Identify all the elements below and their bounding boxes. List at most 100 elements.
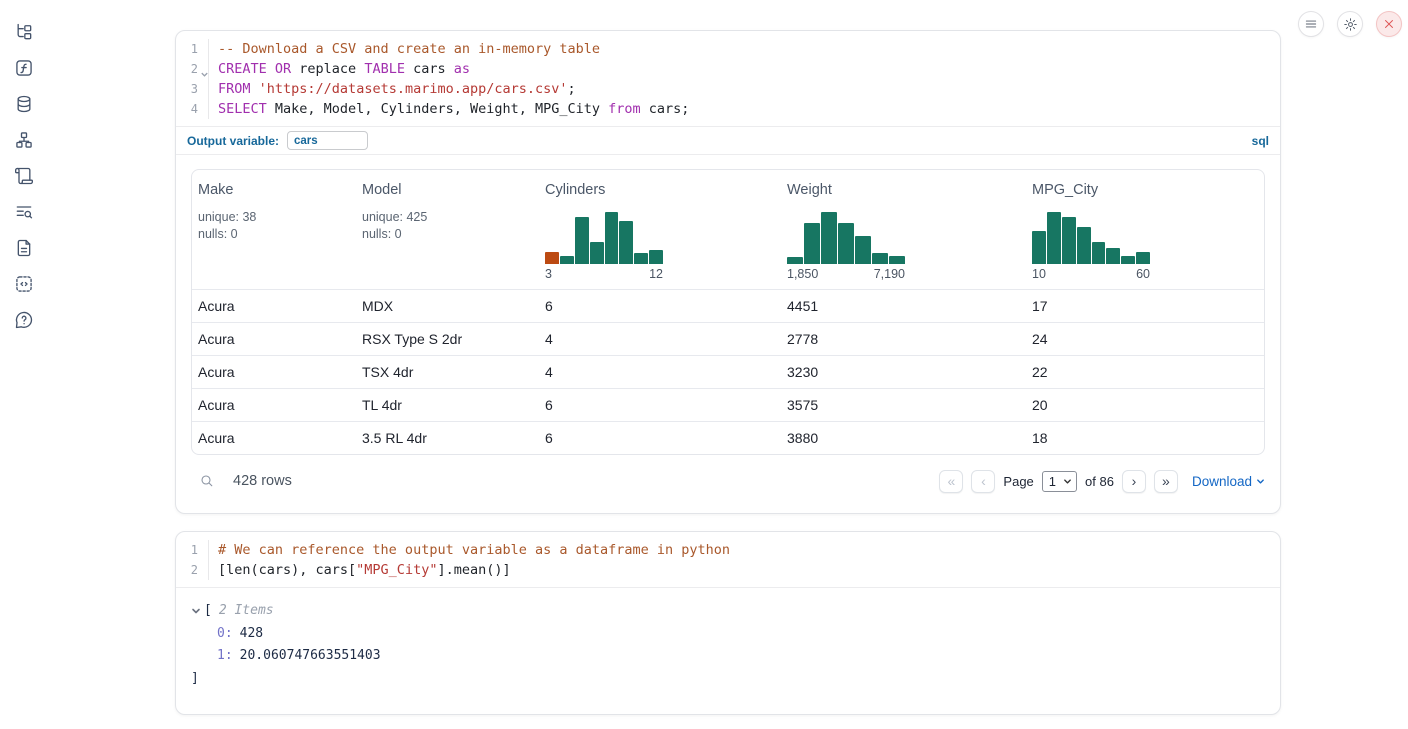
output-variable-row: Output variable: sql bbox=[176, 126, 1280, 155]
column-unique-count: unique: 38 bbox=[198, 209, 352, 226]
python-comment: # We can reference the output variable a… bbox=[218, 542, 730, 558]
line-number: 2 bbox=[176, 560, 208, 580]
item-index: 0: bbox=[217, 626, 233, 641]
table-header-row: Make unique: 38 nulls: 0 Model unique: 4… bbox=[192, 170, 1264, 289]
list-item: 0: 428 bbox=[217, 623, 1280, 646]
download-button[interactable]: Download bbox=[1192, 474, 1265, 489]
column-null-count: nulls: 0 bbox=[362, 226, 535, 243]
next-page-button[interactable]: › bbox=[1122, 470, 1146, 493]
item-index: 1: bbox=[217, 648, 233, 663]
histogram-bar bbox=[787, 257, 803, 264]
histogram-bar bbox=[889, 256, 905, 264]
histogram-bar bbox=[634, 253, 648, 264]
column-header-mpg-city[interactable]: MPG_City 10 60 bbox=[1026, 170, 1264, 289]
sql-keyword: as bbox=[454, 61, 470, 77]
histogram-bar bbox=[1092, 242, 1106, 264]
histogram-bar bbox=[545, 252, 559, 264]
table-row[interactable]: Acura 3.5 RL 4dr 6 3880 18 bbox=[192, 421, 1264, 454]
documentation-icon[interactable] bbox=[14, 238, 34, 258]
sql-keyword: TABLE bbox=[364, 61, 405, 77]
collapse-chevron-icon[interactable] bbox=[191, 606, 201, 616]
chevron-down-icon bbox=[1256, 474, 1265, 489]
column-null-count: nulls: 0 bbox=[198, 226, 352, 243]
last-page-button[interactable]: » bbox=[1154, 470, 1178, 493]
code-line: 2 CREATE OR replace TABLE cars as bbox=[176, 59, 1280, 79]
line-number: 4 bbox=[176, 99, 208, 119]
hist-min-label: 10 bbox=[1032, 267, 1046, 281]
menu-icon[interactable] bbox=[1298, 11, 1324, 37]
output-variable-label: Output variable: bbox=[187, 134, 279, 148]
sql-output-section: Make unique: 38 nulls: 0 Model unique: 4… bbox=[176, 155, 1280, 513]
settings-gear-icon[interactable] bbox=[1337, 11, 1363, 37]
sql-keyword: SELECT bbox=[218, 101, 267, 117]
python-string: "MPG_City" bbox=[356, 562, 437, 578]
histogram-bar bbox=[1062, 217, 1076, 264]
python-output-tree: [ 2 Items 0: 428 1: 20.060747663551403 ] bbox=[176, 588, 1280, 714]
items-count: 2 Items bbox=[219, 600, 274, 623]
left-sidebar bbox=[0, 0, 48, 729]
result-table: Make unique: 38 nulls: 0 Model unique: 4… bbox=[191, 169, 1265, 455]
pagination-controls: « ‹ Page 1 of 86 › » Download bbox=[939, 470, 1265, 493]
dependency-graph-icon[interactable] bbox=[14, 130, 34, 150]
line-number: 1 bbox=[176, 39, 208, 59]
close-bracket: ] bbox=[191, 668, 1280, 691]
column-header-model[interactable]: Model unique: 425 nulls: 0 bbox=[356, 170, 539, 289]
histogram-bar bbox=[619, 221, 633, 264]
search-icon[interactable] bbox=[199, 473, 215, 489]
file-explorer-icon[interactable] bbox=[14, 22, 34, 42]
page-label: Page bbox=[1003, 474, 1033, 489]
datasources-icon[interactable] bbox=[14, 94, 34, 114]
help-icon[interactable] bbox=[14, 310, 34, 330]
hist-max-label: 60 bbox=[1136, 267, 1150, 281]
sql-keyword: from bbox=[608, 101, 641, 117]
code-line: 4 SELECT Make, Model, Cylinders, Weight,… bbox=[176, 99, 1280, 119]
table-row[interactable]: Acura TSX 4dr 4 3230 22 bbox=[192, 355, 1264, 388]
language-badge[interactable]: sql bbox=[1252, 134, 1269, 148]
first-page-button[interactable]: « bbox=[939, 470, 963, 493]
histogram-bar bbox=[1136, 252, 1150, 264]
python-code-editor[interactable]: 1 # We can reference the output variable… bbox=[176, 532, 1280, 588]
histogram-bar bbox=[1047, 212, 1061, 264]
open-bracket: [ bbox=[204, 600, 212, 623]
table-row[interactable]: Acura RSX Type S 2dr 4 2778 24 bbox=[192, 322, 1264, 355]
column-header-make[interactable]: Make unique: 38 nulls: 0 bbox=[192, 170, 356, 289]
sql-keyword: FROM bbox=[218, 81, 251, 97]
histogram-bar bbox=[605, 212, 619, 264]
page-total-label: of 86 bbox=[1085, 474, 1114, 489]
sql-keyword: CREATE OR bbox=[218, 61, 291, 77]
weight-histogram: 1,850 7,190 bbox=[787, 212, 905, 281]
list-item: 1: 20.060747663551403 bbox=[217, 645, 1280, 668]
output-variable-input[interactable] bbox=[287, 131, 368, 150]
scratchpad-search-icon[interactable] bbox=[14, 202, 34, 222]
histogram-bar bbox=[575, 217, 589, 264]
histogram-bar bbox=[855, 236, 871, 264]
chevron-down-icon bbox=[1063, 474, 1072, 489]
page-select[interactable]: 1 bbox=[1042, 471, 1077, 492]
variables-icon[interactable] bbox=[14, 58, 34, 78]
code-line: 1 # We can reference the output variable… bbox=[176, 540, 1280, 560]
table-row[interactable]: Acura MDX 6 4451 17 bbox=[192, 289, 1264, 322]
item-value: 428 bbox=[240, 626, 263, 641]
histogram-bar bbox=[821, 212, 837, 264]
prev-page-button[interactable]: ‹ bbox=[971, 470, 995, 493]
line-number: 3 bbox=[176, 79, 208, 99]
histogram-bar bbox=[804, 223, 820, 264]
histogram-bar bbox=[590, 242, 604, 264]
snippets-icon[interactable] bbox=[14, 274, 34, 294]
hist-max-label: 7,190 bbox=[874, 267, 905, 281]
sql-string: 'https://datasets.marimo.app/cars.csv' bbox=[259, 81, 568, 97]
column-header-cylinders[interactable]: Cylinders 3 12 bbox=[539, 170, 781, 289]
hist-max-label: 12 bbox=[649, 267, 663, 281]
logs-icon[interactable] bbox=[14, 166, 34, 186]
hist-min-label: 1,850 bbox=[787, 267, 818, 281]
item-value: 20.060747663551403 bbox=[240, 648, 381, 663]
mpg-city-histogram: 10 60 bbox=[1032, 212, 1150, 281]
sql-code-editor[interactable]: 1 -- Download a CSV and create an in-mem… bbox=[176, 31, 1280, 126]
notebook-main: 1 -- Download a CSV and create an in-mem… bbox=[175, 30, 1281, 715]
shutdown-close-icon[interactable] bbox=[1376, 11, 1402, 37]
table-footer: 428 rows « ‹ Page 1 of 86 › » Download bbox=[191, 455, 1265, 501]
histogram-bar bbox=[1077, 227, 1091, 264]
column-header-weight[interactable]: Weight 1,850 7,190 bbox=[781, 170, 1026, 289]
table-row[interactable]: Acura TL 4dr 6 3575 20 bbox=[192, 388, 1264, 421]
histogram-bar bbox=[872, 253, 888, 264]
